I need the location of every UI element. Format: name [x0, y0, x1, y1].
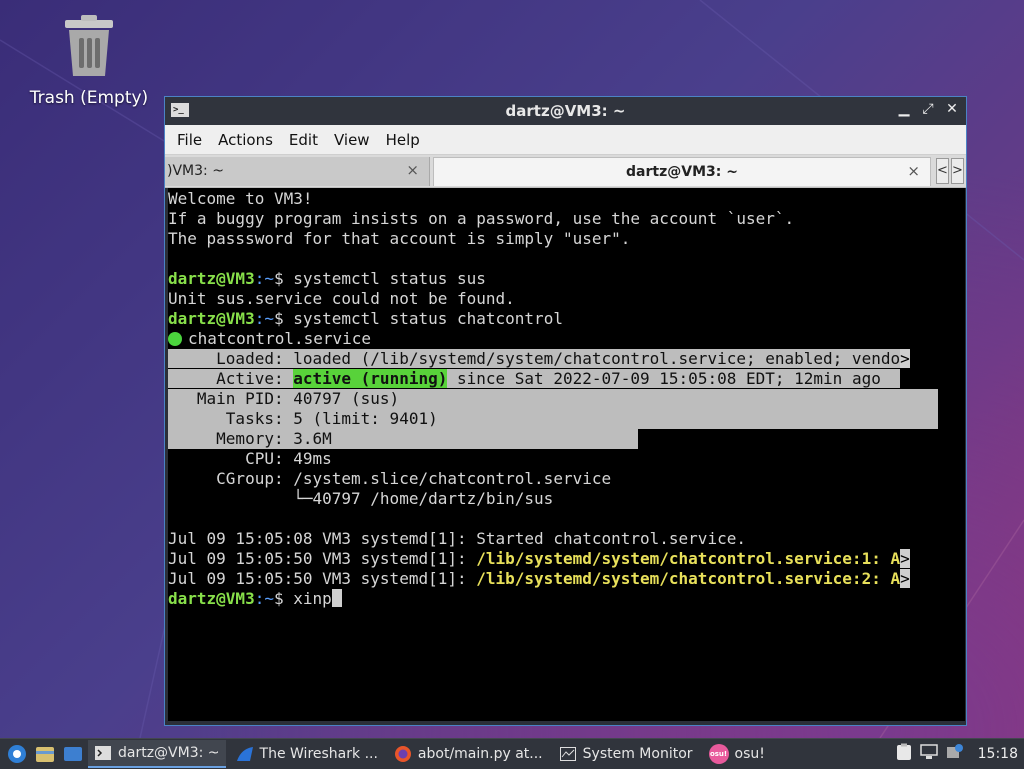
system-tray: 15:18: [896, 743, 1024, 765]
terminal-line: Active: active (running) since Sat 2022-…: [168, 369, 965, 389]
terminal-line: Unit sus.service could not be found.: [168, 289, 515, 308]
active-since: since Sat 2022-07-09 15:05:08 EDT; 12min…: [447, 369, 881, 388]
truncation-marker: >: [900, 349, 910, 368]
terminal-line: Memory: 3.6M: [168, 429, 965, 449]
terminal-window: >_ dartz@VM3: ~ ▁ ⤢ ✕ File Actions Edit …: [164, 96, 967, 726]
menu-edit[interactable]: Edit: [281, 131, 326, 149]
menu-help[interactable]: Help: [378, 131, 428, 149]
window-titlebar[interactable]: >_ dartz@VM3: ~ ▁ ⤢ ✕: [165, 97, 966, 125]
tab-close-icon[interactable]: ×: [907, 162, 920, 180]
terminal-line: Jul 09 15:05:50 VM3 systemd[1]: /lib/sys…: [168, 549, 965, 569]
terminal-line: dartz@VM3:~$ systemctl status chatcontro…: [168, 309, 965, 329]
terminal-line: Jul 09 15:05:50 VM3 systemd[1]: /lib/sys…: [168, 569, 965, 589]
prompt-sign: $: [273, 309, 294, 328]
wireshark-icon: [236, 745, 254, 763]
log-message: /lib/systemd/system/chatcontrol.service:…: [476, 569, 901, 588]
active-label: Active:: [168, 369, 294, 388]
menu-file[interactable]: File: [169, 131, 210, 149]
menu-actions[interactable]: Actions: [210, 131, 281, 149]
start-menu-icon[interactable]: [6, 743, 28, 765]
tab-next-button[interactable]: >: [951, 158, 964, 184]
truncation-marker: >: [900, 549, 910, 568]
menubar: File Actions Edit View Help: [165, 125, 966, 155]
maximize-icon[interactable]: ⤢: [920, 101, 936, 117]
trash-desktop-icon[interactable]: Trash (Empty): [24, 14, 154, 108]
prompt-user: dartz@VM3: [168, 589, 255, 608]
prompt-path: :~: [254, 269, 274, 288]
tab-close-icon[interactable]: ×: [406, 161, 419, 179]
taskbar-label: The Wireshark ...: [259, 746, 378, 762]
log-prefix: Jul 09 15:05:50 VM3 systemd[1]:: [168, 569, 477, 588]
service-name: chatcontrol.service: [188, 329, 372, 348]
taskbar-item-osu[interactable]: osu! osu!: [703, 740, 771, 768]
selected-text: Loaded: loaded (/lib/systemd/system/chat…: [168, 349, 901, 368]
prompt-path: :~: [254, 309, 274, 328]
terminal-output[interactable]: Welcome to VM3! If a buggy program insis…: [168, 188, 965, 721]
clock[interactable]: 15:18: [978, 746, 1018, 762]
terminal-line: dartz@VM3:~$ xinp: [168, 589, 965, 609]
taskbar: dartz@VM3: ~ The Wireshark ... abot/main…: [0, 738, 1024, 769]
window-title: dartz@VM3: ~: [505, 102, 626, 120]
tab-label: )VM3: ~: [167, 163, 224, 179]
terminal-line: If a buggy program insists on a password…: [168, 209, 795, 228]
terminal-line: Welcome to VM3!: [168, 189, 313, 208]
taskbar-label: osu!: [734, 746, 765, 762]
prompt-sign: $: [273, 589, 294, 608]
trash-label: Trash (Empty): [29, 88, 149, 108]
taskbar-label: System Monitor: [582, 746, 693, 762]
log-message: /lib/systemd/system/chatcontrol.service:…: [476, 549, 901, 568]
terminal-line: The passsword for that account is simply…: [168, 229, 631, 248]
text-cursor: [331, 589, 342, 607]
update-notifier-icon[interactable]: [946, 744, 964, 764]
tab-prev-button[interactable]: <: [936, 158, 949, 184]
tab-label: dartz@VM3: ~: [626, 164, 738, 180]
show-desktop-icon[interactable]: [62, 743, 84, 765]
clipboard-icon[interactable]: [896, 743, 912, 765]
selected-text: Tasks: 5 (limit: 9401): [168, 409, 938, 429]
command: systemctl status chatcontrol: [293, 309, 563, 328]
prompt-sign: $: [273, 269, 294, 288]
taskbar-item-wireshark[interactable]: The Wireshark ...: [230, 740, 384, 768]
terminal-line: chatcontrol.service: [168, 329, 965, 349]
tab-1[interactable]: )VM3: ~ ×: [165, 157, 430, 186]
network-icon[interactable]: [919, 744, 938, 764]
system-monitor-icon: [559, 745, 577, 763]
terminal-line: Tasks: 5 (limit: 9401): [168, 409, 965, 429]
terminal-icon: [94, 744, 112, 762]
truncation-marker: >: [900, 569, 910, 588]
terminal-line: Loaded: loaded (/lib/systemd/system/chat…: [168, 349, 965, 369]
minimize-icon[interactable]: ▁: [896, 101, 912, 117]
menu-view[interactable]: View: [326, 131, 378, 149]
prompt-path: :~: [254, 589, 274, 608]
trash-icon: [65, 15, 113, 76]
selected-text: Memory: 3.6M: [168, 429, 638, 449]
taskbar-label: dartz@VM3: ~: [118, 745, 220, 761]
prompt-user: dartz@VM3: [168, 269, 255, 288]
current-input[interactable]: xinp: [293, 589, 332, 608]
taskbar-item-system-monitor[interactable]: System Monitor: [553, 740, 699, 768]
tab-bar: )VM3: ~ × dartz@VM3: ~ × < >: [165, 155, 966, 188]
terminal-line: CPU: 49ms: [168, 449, 332, 468]
log-prefix: Jul 09 15:05:50 VM3 systemd[1]:: [168, 549, 477, 568]
selected-text: Main PID: 40797 (sus): [168, 389, 938, 409]
service-status-dot-icon: [168, 332, 182, 346]
taskbar-item-terminal[interactable]: dartz@VM3: ~: [88, 740, 226, 768]
terminal-line: Jul 09 15:05:08 VM3 systemd[1]: Started …: [168, 529, 746, 548]
prompt-user: dartz@VM3: [168, 309, 255, 328]
firefox-icon: [394, 745, 412, 763]
terminal-line: └─40797 /home/dartz/bin/sus: [168, 489, 554, 508]
terminal-line: CGroup: /system.slice/chatcontrol.servic…: [168, 469, 612, 488]
terminal-line: Main PID: 40797 (sus): [168, 389, 965, 409]
command: systemctl status sus: [293, 269, 486, 288]
taskbar-item-firefox[interactable]: abot/main.py at...: [388, 740, 549, 768]
file-manager-icon[interactable]: [34, 743, 56, 765]
tab-2[interactable]: dartz@VM3: ~ ×: [433, 157, 931, 186]
taskbar-label: abot/main.py at...: [417, 746, 543, 762]
osu-icon: osu!: [708, 744, 729, 764]
close-icon[interactable]: ✕: [944, 101, 960, 117]
terminal-line: dartz@VM3:~$ systemctl status sus: [168, 269, 965, 289]
active-state: active (running): [293, 369, 448, 388]
